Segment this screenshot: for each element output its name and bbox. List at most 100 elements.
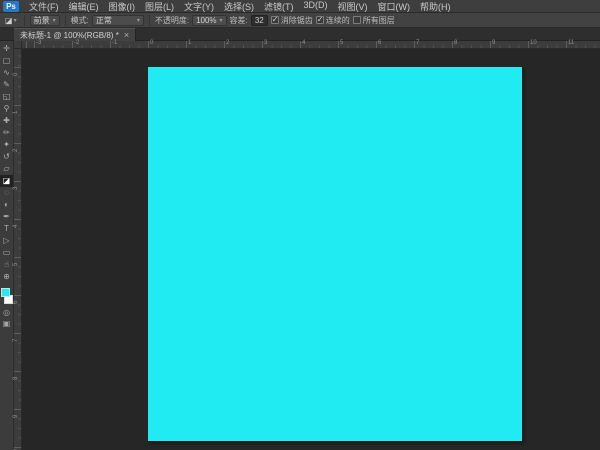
eraser-tool[interactable]: ▱ <box>0 163 13 175</box>
menu-items: 文件(F) 编辑(E) 图像(I) 图层(L) 文字(Y) 选择(S) 滤镜(T) 3D(D)… <box>24 0 456 13</box>
divider <box>64 14 66 26</box>
v-ruler-number: 0 <box>13 72 19 76</box>
chevron-down-icon: ▾ <box>136 17 140 24</box>
quick-mask-button[interactable]: ◎ <box>0 307 13 318</box>
h-ruler-number: 0 <box>150 40 154 46</box>
close-icon[interactable]: × <box>124 30 129 40</box>
mode-dropdown[interactable]: 正常 ▾ <box>91 14 144 26</box>
tolerance-input[interactable] <box>250 14 268 26</box>
document-tab-title: 未标题-1 @ 100%(RGB/8) * <box>20 30 119 40</box>
v-ruler-number: 5 <box>13 262 19 266</box>
history-brush-tool[interactable]: ↺ <box>0 151 13 163</box>
menu-bar: Ps 文件(F) 编辑(E) 图像(I) 图层(L) 文字(Y) 选择(S) 滤镜(T) 3D… <box>0 0 600 13</box>
brush-tool[interactable]: ✏ <box>0 127 13 139</box>
eyedropper-tool[interactable]: ⚲ <box>0 103 13 115</box>
menu-layer[interactable]: 图层(L) <box>140 0 179 13</box>
v-ruler-number: 9 <box>13 414 19 418</box>
h-ruler-number: -3 <box>36 40 42 46</box>
h-ruler-number: 7 <box>416 40 420 46</box>
chevron-down-icon: ▾ <box>219 17 223 24</box>
fill-source-dropdown[interactable]: 前景 ▾ <box>29 14 60 26</box>
opacity-label: 不透明度: <box>154 15 190 25</box>
mode-value: 正常 <box>95 15 112 25</box>
divider <box>148 14 150 26</box>
dodge-tool[interactable]: ◐ <box>0 199 13 211</box>
type-tool[interactable]: T <box>0 223 13 235</box>
contiguous-label: 连续的 <box>325 15 350 25</box>
h-ruler-number: 11 <box>568 40 575 46</box>
h-ruler-number: 10 <box>530 40 537 46</box>
paint-bucket-icon: ◪ <box>5 15 13 25</box>
all-layers-checkbox[interactable] <box>352 16 361 24</box>
h-ruler-number: -1 <box>112 40 118 46</box>
h-ruler-number: 1 <box>188 40 192 46</box>
path-selection-tool[interactable]: ▷ <box>0 235 13 247</box>
opacity-value: 100% <box>196 15 217 25</box>
lasso-tool[interactable]: ∿ <box>0 67 13 79</box>
menu-view[interactable]: 视图(V) <box>333 0 373 13</box>
chevron-down-icon: ▾ <box>13 17 17 24</box>
all-layers-checkbox-group[interactable]: 所有图层 <box>352 15 395 26</box>
opacity-dropdown[interactable]: 100% ▾ <box>192 14 227 26</box>
tool-preset-picker[interactable]: ◪ ▾ <box>3 16 19 25</box>
tool-strip: ✛ ▢ ∿ ✎ ◱ ⚲ ✚ ✏ ✦ ↺ ▱ ◪ ◌ ◐ ✒ T ▷ ▭ ☝ ⊕ ◎ ▣ <box>0 41 14 450</box>
clone-stamp-tool[interactable]: ✦ <box>0 139 13 151</box>
contiguous-checkbox-group[interactable]: 连续的 <box>315 15 350 26</box>
menu-image[interactable]: 图像(I) <box>104 0 141 13</box>
quick-selection-tool[interactable]: ✎ <box>0 79 13 91</box>
mode-label: 模式: <box>70 15 89 25</box>
v-ruler-number: 4 <box>13 224 19 228</box>
h-ruler-number: 4 <box>302 40 306 46</box>
v-ruler-number: 3 <box>13 186 19 190</box>
menu-3d[interactable]: 3D(D) <box>299 0 333 13</box>
move-tool[interactable]: ✛ <box>0 43 13 55</box>
h-ruler-number: 8 <box>454 40 458 46</box>
contiguous-checkbox[interactable] <box>315 15 324 24</box>
menu-help[interactable]: 帮助(H) <box>415 0 456 13</box>
v-ruler-number: 7 <box>13 338 19 342</box>
rectangular-marquee-tool[interactable]: ▢ <box>0 55 13 67</box>
v-ruler-number: 8 <box>13 376 19 380</box>
v-ruler-number: 2 <box>13 148 19 152</box>
v-ruler-number: 6 <box>13 300 19 304</box>
shape-tool[interactable]: ▭ <box>0 247 13 259</box>
antialias-label: 消除锯齿 <box>280 15 313 25</box>
antialias-checkbox[interactable] <box>270 15 279 24</box>
tool-list: ✛ ▢ ∿ ✎ ◱ ⚲ ✚ ✏ ✦ ↺ ▱ ◪ ◌ ◐ ✒ T ▷ ▭ ☝ ⊕ <box>0 41 13 283</box>
menu-select[interactable]: 选择(S) <box>219 0 259 13</box>
pasteboard <box>22 49 600 450</box>
h-ruler-number: 3 <box>264 40 268 46</box>
all-layers-label: 所有图层 <box>362 15 395 25</box>
options-bar: ◪ ▾ 前景 ▾ 模式: 正常 ▾ 不透明度: 100% ▾ 容差: 消除锯齿 … <box>0 13 600 28</box>
v-ruler-number: 1 <box>13 110 19 114</box>
chevron-down-icon: ▾ <box>52 17 56 24</box>
color-swatches <box>0 287 13 307</box>
hand-tool[interactable]: ☝ <box>0 259 13 271</box>
photoshop-logo: Ps <box>3 0 19 12</box>
blur-tool[interactable]: ◌ <box>0 187 13 199</box>
menu-window[interactable]: 窗口(W) <box>373 0 416 13</box>
menu-file[interactable]: 文件(F) <box>24 0 64 13</box>
h-ruler-number: 6 <box>378 40 382 46</box>
canvas[interactable] <box>148 67 522 441</box>
tab-bar: 未标题-1 @ 100%(RGB/8) * × <box>0 28 600 41</box>
menu-edit[interactable]: 编辑(E) <box>64 0 104 13</box>
pen-tool[interactable]: ✒ <box>0 211 13 223</box>
zoom-tool[interactable]: ⊕ <box>0 271 13 283</box>
h-ruler-number: 5 <box>340 40 344 46</box>
healing-brush-tool[interactable]: ✚ <box>0 115 13 127</box>
horizontal-ruler[interactable]: -3 -2 -1 0 1 2 3 4 5 6 7 8 9 10 11 <box>22 40 600 49</box>
h-ruler-number: 9 <box>492 40 496 46</box>
menu-type[interactable]: 文字(Y) <box>179 0 219 13</box>
screen-mode-button[interactable]: ▣ <box>0 318 13 329</box>
vertical-ruler[interactable]: 012345678910 <box>13 49 22 450</box>
crop-tool[interactable]: ◱ <box>0 91 13 103</box>
tolerance-label: 容差: <box>229 15 248 25</box>
menu-filter[interactable]: 滤镜(T) <box>259 0 299 13</box>
antialias-checkbox-group[interactable]: 消除锯齿 <box>270 15 313 26</box>
foreground-color-swatch[interactable] <box>1 288 10 297</box>
paint-bucket-tool[interactable]: ◪ <box>0 175 13 187</box>
fill-source-value: 前景 <box>33 15 50 25</box>
h-ruler-number: 2 <box>226 40 230 46</box>
ruler-corner[interactable] <box>14 41 22 49</box>
